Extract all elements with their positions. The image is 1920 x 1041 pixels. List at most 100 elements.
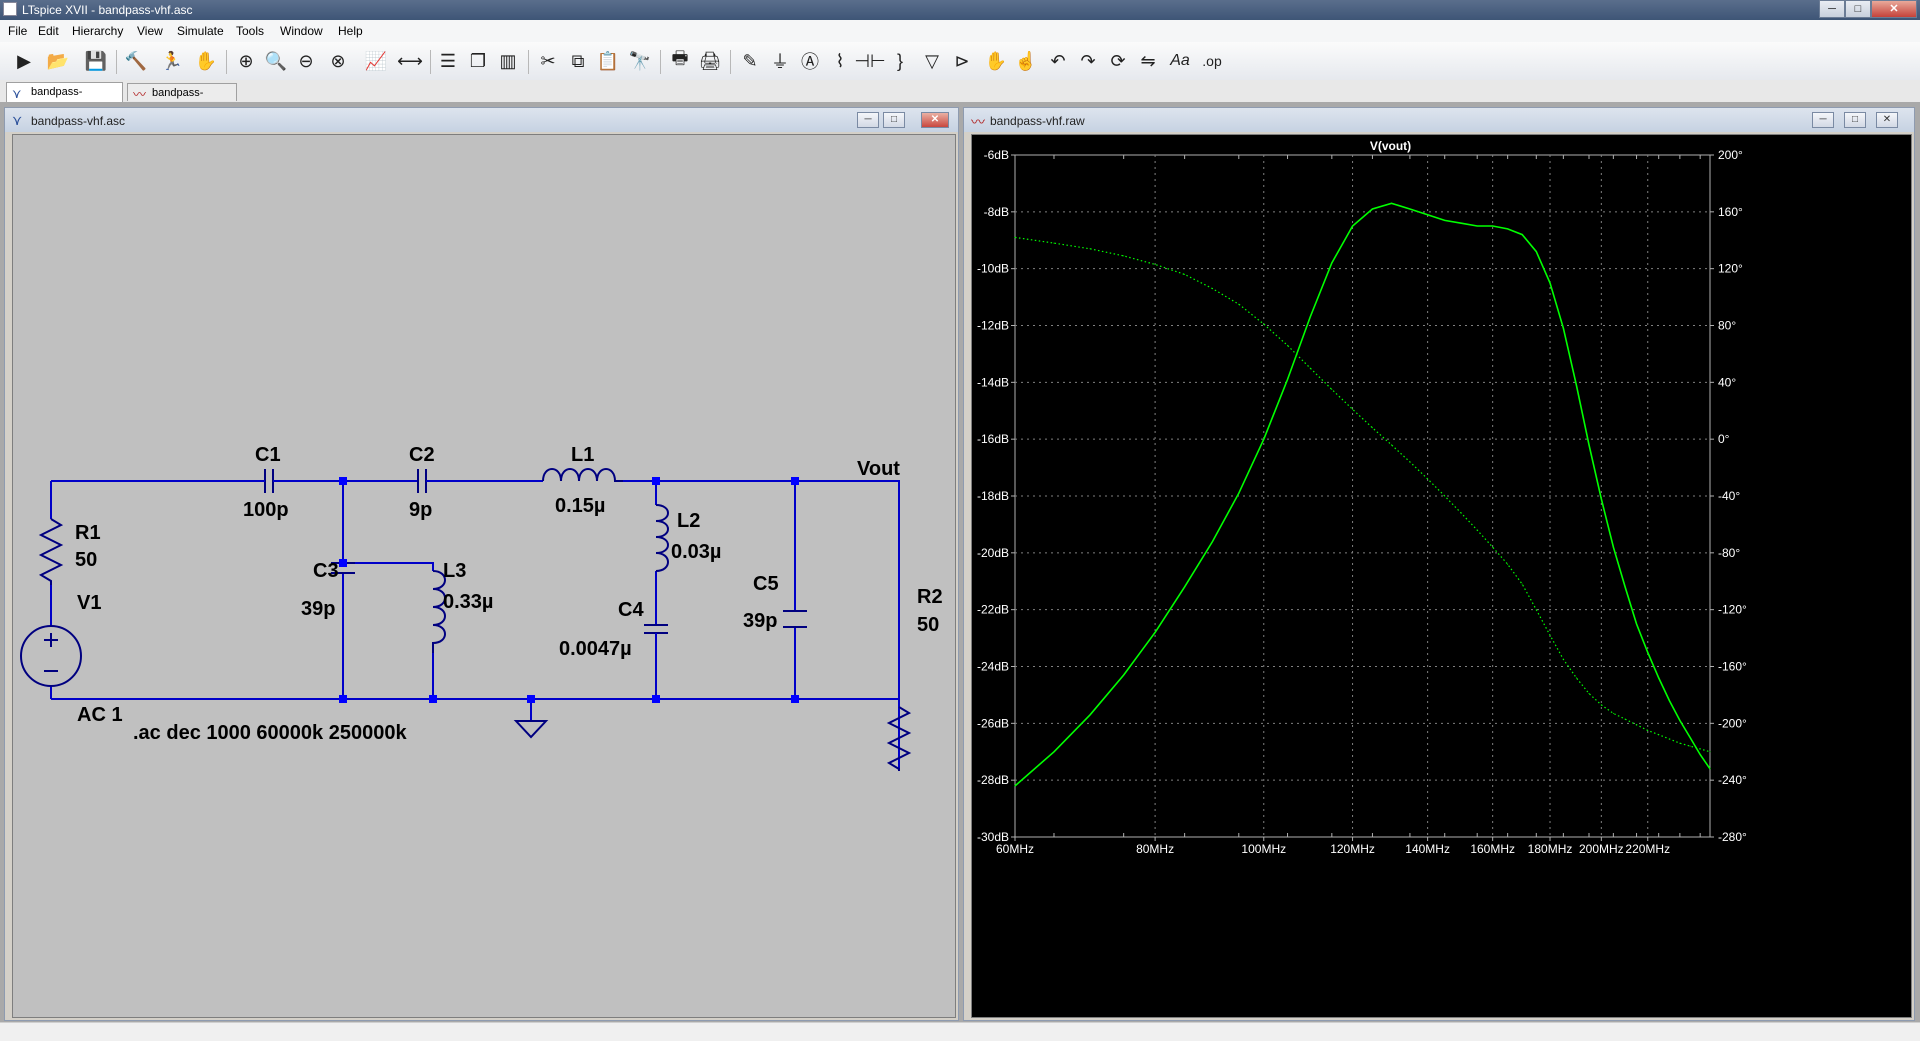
child-maximize-button[interactable]: □ [883, 112, 905, 128]
diode-icon[interactable]: ▽ [920, 50, 944, 72]
child-maximize-button[interactable]: □ [1844, 112, 1866, 128]
y-right-tick-label: 40° [1718, 375, 1736, 389]
menu-view[interactable]: View [137, 24, 163, 38]
phase-data-point [1575, 677, 1577, 679]
c1-symbol[interactable] [253, 469, 281, 493]
autorange-icon[interactable]: ⟷ [397, 50, 423, 72]
find-icon[interactable]: 🔭 [628, 50, 652, 72]
run-man-icon[interactable]: 🏃 [160, 50, 184, 72]
cut-icon[interactable]: ✂ [536, 50, 560, 72]
paste-icon[interactable]: 📋 [596, 50, 620, 72]
spice-directive-icon[interactable]: .op [1200, 50, 1224, 72]
v1-symbol[interactable] [20, 625, 82, 687]
maximize-button[interactable]: □ [1845, 0, 1871, 18]
label-net-icon[interactable]: Ⓐ [798, 50, 822, 72]
phase-data-point [1549, 634, 1551, 636]
print-setup-icon[interactable]: 🖨 [698, 50, 722, 72]
waveform-window[interactable]: 〰 bandpass-vhf.raw ─ □ ✕ -6dB 200° -8dB 160… [963, 107, 1915, 1021]
schematic-window-titlebar[interactable]: ⋎ bandpass-vhf.asc ─ □ ✕ [5, 108, 958, 132]
magnitude-data-point [1460, 222, 1462, 224]
waveform-window-title: bandpass-vhf.raw [990, 114, 1085, 128]
c5-name-label: C5 [753, 573, 779, 595]
toolbar-separator [730, 50, 731, 74]
mirror-icon[interactable]: ⇋ [1136, 50, 1160, 72]
resistor-icon[interactable]: ⌇ [828, 50, 852, 72]
undo-icon[interactable]: ↶ [1046, 50, 1070, 72]
hammer-icon[interactable]: 🔨 [124, 50, 148, 72]
menu-hierarchy[interactable]: Hierarchy [72, 24, 123, 38]
phase-data-point [1053, 242, 1055, 244]
ground-symbol[interactable] [513, 720, 549, 739]
move-icon[interactable]: ✋ [984, 50, 1008, 72]
capacitor-icon[interactable]: ⊣⊢ [854, 50, 885, 72]
c4-symbol[interactable] [644, 624, 668, 665]
c1-value-label: 100p [243, 499, 289, 521]
c5-symbol[interactable] [783, 610, 807, 628]
waveform-plot-pane[interactable]: -6dB 200° -8dB 160° -10dB 120° -12dB 80° -14dB 40… [971, 134, 1912, 1018]
component-icon[interactable]: ⊳ [950, 50, 974, 72]
drag-icon[interactable]: ☝ [1014, 50, 1038, 72]
magnitude-data-point [1014, 785, 1016, 787]
l2-symbol[interactable] [655, 504, 669, 572]
l1-symbol[interactable] [542, 468, 623, 482]
menu-tools[interactable]: Tools [236, 24, 264, 38]
ltspice-app-icon[interactable] [3, 2, 17, 16]
waveform-window-titlebar[interactable]: 〰 bandpass-vhf.raw ─ □ ✕ [964, 108, 1914, 132]
child-minimize-button[interactable]: ─ [1812, 112, 1834, 128]
magnitude-data-point [1309, 316, 1311, 318]
plot-settings-icon[interactable]: 📈 [364, 50, 388, 72]
bode-plot[interactable]: -6dB 200° -8dB 160° -10dB 120° -12dB 80° -14dB 40… [972, 135, 1912, 1018]
schematic-canvas[interactable]: C1 100p C2 9p L1 0.15µ Vout R1 50 V1 AC … [12, 134, 956, 1018]
l3-value-label: 0.33µ [443, 591, 493, 613]
spice-directive[interactable]: .ac dec 1000 60000k 250000k [133, 722, 407, 744]
zoom-out-icon[interactable]: ⊖ [294, 50, 318, 72]
inductor-icon[interactable]: } [888, 50, 912, 72]
minimize-button[interactable]: ─ [1819, 0, 1845, 18]
child-close-button[interactable]: ✕ [1876, 112, 1898, 128]
redo-icon[interactable]: ↷ [1076, 50, 1100, 72]
menu-edit[interactable]: Edit [38, 24, 59, 38]
run-icon[interactable]: ▶ [12, 50, 36, 72]
open-icon[interactable]: 📂 [46, 50, 70, 72]
print-icon[interactable]: 🖶 [668, 48, 692, 72]
save-icon[interactable]: 💾 [84, 50, 108, 72]
x-tick-label: 140MHz [1405, 842, 1450, 856]
r1-value-label: 50 [75, 549, 97, 571]
y-right-tick-label: 160° [1718, 205, 1743, 219]
tile-horizontal-icon[interactable]: ☰ [436, 50, 460, 72]
plot-trace-title: V(vout) [1370, 139, 1411, 153]
draw-wire-icon[interactable]: ✎ [738, 50, 762, 72]
text-icon[interactable]: Aa [1168, 50, 1192, 72]
c2-symbol[interactable] [417, 469, 434, 493]
phase-data-point [1689, 745, 1691, 747]
child-close-button[interactable]: ✕ [921, 112, 949, 128]
menu-simulate[interactable]: Simulate [177, 24, 224, 38]
schematic-window-title: bandpass-vhf.asc [31, 114, 126, 128]
v1-value-label: AC 1 [77, 704, 123, 726]
pan-hand-icon[interactable]: ✋ [194, 50, 218, 72]
y-right-tick-label: 0° [1718, 432, 1730, 446]
r1-symbol[interactable] [38, 518, 64, 585]
zoom-cancel-icon[interactable]: ⊗ [326, 50, 350, 72]
copy-icon[interactable]: ⧉ [566, 50, 590, 72]
menu-window[interactable]: Window [280, 24, 323, 38]
tab-bandpass-vhf-asc[interactable]: ⋎ bandpass-vhf.asc [6, 82, 123, 116]
cascade-icon[interactable]: ❐ [466, 50, 490, 72]
zoom-in-icon[interactable]: ⊕ [234, 50, 258, 72]
menu-file[interactable]: File [8, 24, 27, 38]
ground-icon[interactable]: ⏚ [768, 50, 792, 72]
y-left-tick-label: -22dB [977, 603, 1009, 617]
tile-vertical-icon[interactable]: ▥ [496, 50, 520, 72]
phase-data-point [1647, 729, 1649, 731]
magnitude-data-point [1154, 631, 1156, 633]
zoom-fit-icon[interactable]: 🔍 [264, 50, 288, 72]
schematic-icon: ⋎ [12, 112, 23, 128]
c4-value-label: 0.0047µ [559, 638, 632, 660]
phase-data-point [1089, 248, 1091, 250]
close-button[interactable]: ✕ [1871, 0, 1917, 18]
child-minimize-button[interactable]: ─ [857, 112, 879, 128]
tab-bandpass-vhf-raw[interactable]: 〰 bandpass-vhf.raw [127, 83, 237, 117]
menu-help[interactable]: Help [338, 24, 363, 38]
schematic-window[interactable]: ⋎ bandpass-vhf.asc ─ □ ✕ C1 100p C2 9p L… [4, 107, 959, 1021]
rotate-icon[interactable]: ⟳ [1106, 50, 1130, 72]
